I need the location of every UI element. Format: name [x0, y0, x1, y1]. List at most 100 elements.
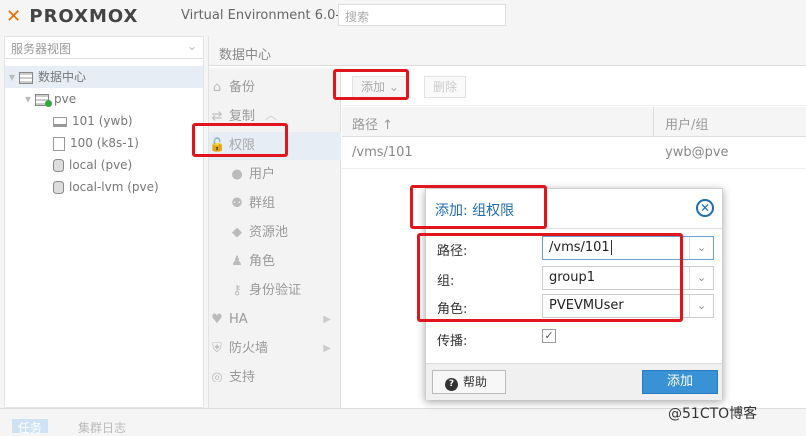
nav-item-support[interactable]: ◎ 支持: [209, 364, 341, 382]
grid-header: 路径 ↑ 用户/组: [342, 107, 806, 137]
toolbar: 添加 ⌄ 删除: [342, 68, 806, 106]
nav-label: 备份: [229, 80, 256, 95]
page-title: 数据中心: [209, 36, 806, 66]
key-icon: ⚷: [232, 283, 242, 298]
support-icon: ◎: [211, 370, 223, 382]
nav-item-pools[interactable]: ◆ 资源池: [209, 219, 341, 247]
group-value: group1: [549, 270, 596, 285]
tab-tasks[interactable]: 任务: [12, 419, 49, 435]
group-label: 组:: [437, 274, 455, 289]
nav-item-groups[interactable]: ⚉ 群组: [209, 190, 341, 218]
chevron-down-icon[interactable]: ⌄: [689, 237, 713, 259]
nav-label: 支持: [229, 370, 256, 382]
tree-item-vm-101[interactable]: 101 (ywb): [53, 110, 133, 132]
replication-icon: ⇄: [211, 109, 223, 124]
chevron-right-icon: ▶: [323, 343, 331, 354]
add-button-label: 添加: [361, 80, 386, 94]
path-combobox[interactable]: /vms/101 ⌄: [542, 236, 714, 260]
storage-icon: [53, 181, 64, 194]
propagate-checkbox[interactable]: ✓: [542, 329, 556, 343]
tree-item-pve[interactable]: ▾ pve: [25, 88, 76, 110]
tree-item-ct-100[interactable]: 100 (k8s-1): [53, 132, 139, 154]
nav-label: 复制: [229, 109, 256, 124]
help-label: 帮助: [463, 375, 488, 389]
help-button[interactable]: ? 帮助: [432, 370, 506, 394]
dialog-footer: ? 帮助 添加: [426, 363, 722, 400]
add-group-permission-dialog: 添加: 组权限 ✕ 路径: /vms/101 ⌄ 组: group1 ⌄ 角色:…: [425, 188, 723, 400]
collapse-icon[interactable]: ▾: [25, 92, 31, 106]
proxmox-logo[interactable]: ✕ PROXMOX: [6, 6, 138, 27]
role-value: PVEVMUser: [549, 298, 624, 313]
text-cursor: [610, 240, 612, 255]
tree-item-local-lvm[interactable]: local-lvm (pve): [53, 176, 159, 198]
dialog-header: 添加: 组权限 ✕: [426, 189, 722, 229]
user-icon: ●: [231, 167, 243, 182]
view-selector[interactable]: 服务器视图 ⌄: [5, 37, 203, 59]
tree-item-datacenter[interactable]: ▾ 数据中心: [5, 66, 203, 88]
tree-label: pve: [54, 92, 77, 106]
tree-label: 100 (k8s-1): [70, 136, 139, 150]
tree-label: 数据中心: [38, 70, 87, 84]
chevron-down-icon[interactable]: ⌄: [689, 267, 713, 289]
nav-label: 角色: [249, 254, 276, 269]
nav-item-firewall[interactable]: ⛨ 防火墙 ▶: [209, 335, 341, 363]
tree-label: local-lvm (pve): [69, 180, 159, 194]
role-combobox[interactable]: PVEVMUser ⌄: [542, 294, 714, 318]
nav-label: 用户: [249, 167, 276, 182]
path-label: 路径:: [437, 244, 468, 259]
propagate-label: 传播:: [437, 334, 468, 349]
cell-path: /vms/101: [352, 145, 413, 160]
column-user-group[interactable]: 用户/组: [665, 114, 708, 133]
nav-label: 资源池: [249, 225, 289, 240]
chevron-right-icon: ▶: [323, 314, 331, 325]
search-input[interactable]: 搜索: [338, 4, 506, 26]
online-status-icon: [45, 100, 53, 107]
nav-item-auth[interactable]: ⚷ 身份验证: [209, 277, 341, 305]
column-divider[interactable]: [653, 107, 654, 137]
chevron-down-icon: ⌄: [388, 80, 399, 94]
vm-icon: [53, 116, 67, 127]
path-value: /vms/101: [549, 240, 610, 255]
group-combobox[interactable]: group1 ⌄: [542, 266, 714, 290]
remove-button[interactable]: 删除: [424, 76, 467, 98]
watermark: @51CTO博客: [668, 406, 758, 422]
tree-item-local[interactable]: local (pve): [53, 154, 132, 176]
datacenter-icon: [19, 71, 34, 84]
role-icon: ♟: [231, 254, 243, 269]
view-selector-value: 服务器视图: [11, 42, 72, 56]
table-row[interactable]: /vms/101 ywb@pve: [342, 137, 806, 169]
nav-label: 身份验证: [249, 283, 302, 298]
column-path[interactable]: 路径 ↑: [352, 114, 393, 133]
nav-label: HA: [229, 312, 248, 327]
logo-x-icon: ✕: [6, 6, 23, 27]
shield-icon: ⛨: [212, 341, 222, 356]
nav-label: 权限: [229, 138, 256, 153]
scroll-up-icon[interactable]: ︿: [265, 106, 277, 123]
chevron-down-icon: ⌄: [186, 39, 197, 53]
nav-item-backup[interactable]: ⌂ 备份: [209, 74, 341, 102]
top-bar: ✕ PROXMOX Virtual Environment 6.0-4 搜索: [0, 0, 806, 32]
storage-icon: [53, 159, 64, 172]
tab-cluster-log[interactable]: 集群日志: [72, 419, 132, 435]
nav-label: 群组: [249, 196, 276, 211]
logo-text: PROXMOX: [29, 6, 139, 27]
lock-icon: 🔓: [209, 138, 226, 153]
heartbeat-icon: ♥: [211, 312, 223, 327]
nav-item-permissions[interactable]: 🔓 权限: [209, 132, 341, 160]
nav-item-ha[interactable]: ♥ HA ▶: [209, 306, 341, 334]
tag-icon: ◆: [232, 225, 242, 240]
cell-user: ywb@pve: [665, 145, 729, 160]
chevron-down-icon[interactable]: ⌄: [689, 295, 713, 317]
nav-item-users[interactable]: ● 用户: [209, 161, 341, 189]
collapse-icon[interactable]: ▾: [9, 70, 15, 84]
close-icon[interactable]: ✕: [696, 199, 714, 217]
dialog-add-button[interactable]: 添加: [642, 370, 718, 394]
question-icon: ?: [445, 378, 458, 391]
datacenter-nav: ⌂ 备份 ⇄ 复制 🔓 权限 ● 用户 ⚉ 群组 ◆ 资源池 ♟ 角色 ⚷ 身份验证 ♥ HA ▶ …: [209, 68, 341, 408]
group-icon: ⚉: [231, 196, 243, 211]
add-button[interactable]: 添加 ⌄: [352, 76, 408, 98]
nav-item-roles[interactable]: ♟ 角色: [209, 248, 341, 276]
role-label: 角色:: [437, 302, 468, 317]
version-label: Virtual Environment 6.0-4: [181, 8, 349, 23]
container-icon: [53, 136, 65, 151]
